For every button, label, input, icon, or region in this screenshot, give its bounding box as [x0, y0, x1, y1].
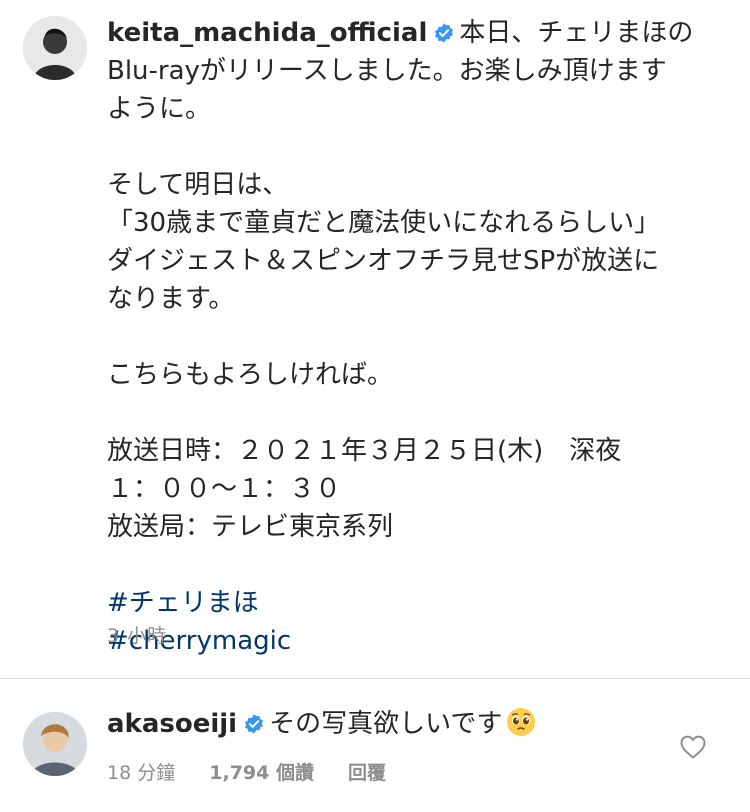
hashtag-link[interactable]: #cherrymagic [107, 622, 727, 660]
comment-message: その写真欲しいです [269, 709, 503, 739]
post-username[interactable]: keita_machida_official [107, 18, 427, 48]
caption-line: ように。 [107, 94, 212, 124]
caption-line: １：００～１：３０ [107, 474, 342, 504]
post-caption: keita_machida_official 本日、チェリまほの Blu-rayが… [107, 14, 727, 660]
comment-username[interactable]: akasoeiji [107, 709, 237, 739]
hashtag-link[interactable]: #チェリまほ [107, 584, 727, 622]
comment-likes-count[interactable]: 1,794 個讚 [209, 758, 314, 785]
comment-text: akasoeiji その写真欲しいです [107, 705, 536, 743]
caption-line: こちらもよろしければ。 [107, 360, 394, 390]
caption-line: 「30歳まで童貞だと魔法使いになれるらしい」 [107, 208, 661, 238]
user-photo-icon [23, 16, 87, 80]
pleading-face-emoji-icon [506, 707, 536, 737]
post-timestamp: 3 小時 [107, 625, 168, 647]
divider [0, 678, 750, 679]
post-author-avatar[interactable] [23, 16, 87, 80]
caption-line: なります。 [107, 284, 235, 314]
verified-badge-icon [433, 22, 455, 44]
caption-line: 本日、チェリまほの [459, 18, 694, 48]
comment-author-avatar[interactable] [23, 712, 87, 776]
caption-line: そして明日は、 [107, 170, 289, 200]
verified-badge-icon [243, 713, 265, 735]
reply-button[interactable]: 回覆 [348, 758, 386, 785]
caption-line: ダイジェスト＆スピンオフチラ見せSPが放送に [107, 246, 660, 276]
caption-line: 放送局：テレビ東京系列 [107, 512, 394, 542]
comment-meta: 18 分鐘 1,794 個讚 回覆 [107, 758, 414, 785]
caption-first-line: keita_machida_official 本日、チェリまほの [107, 14, 727, 52]
heart-outline-icon[interactable] [679, 734, 707, 760]
caption-line: Blu-rayがリリースしました。お楽しみ頂けます [107, 56, 667, 86]
caption-line: 放送日時：２０２１年３月２５日(木) 深夜 [107, 436, 622, 466]
user-photo-icon [23, 712, 87, 776]
comment-time: 18 分鐘 [107, 762, 176, 784]
